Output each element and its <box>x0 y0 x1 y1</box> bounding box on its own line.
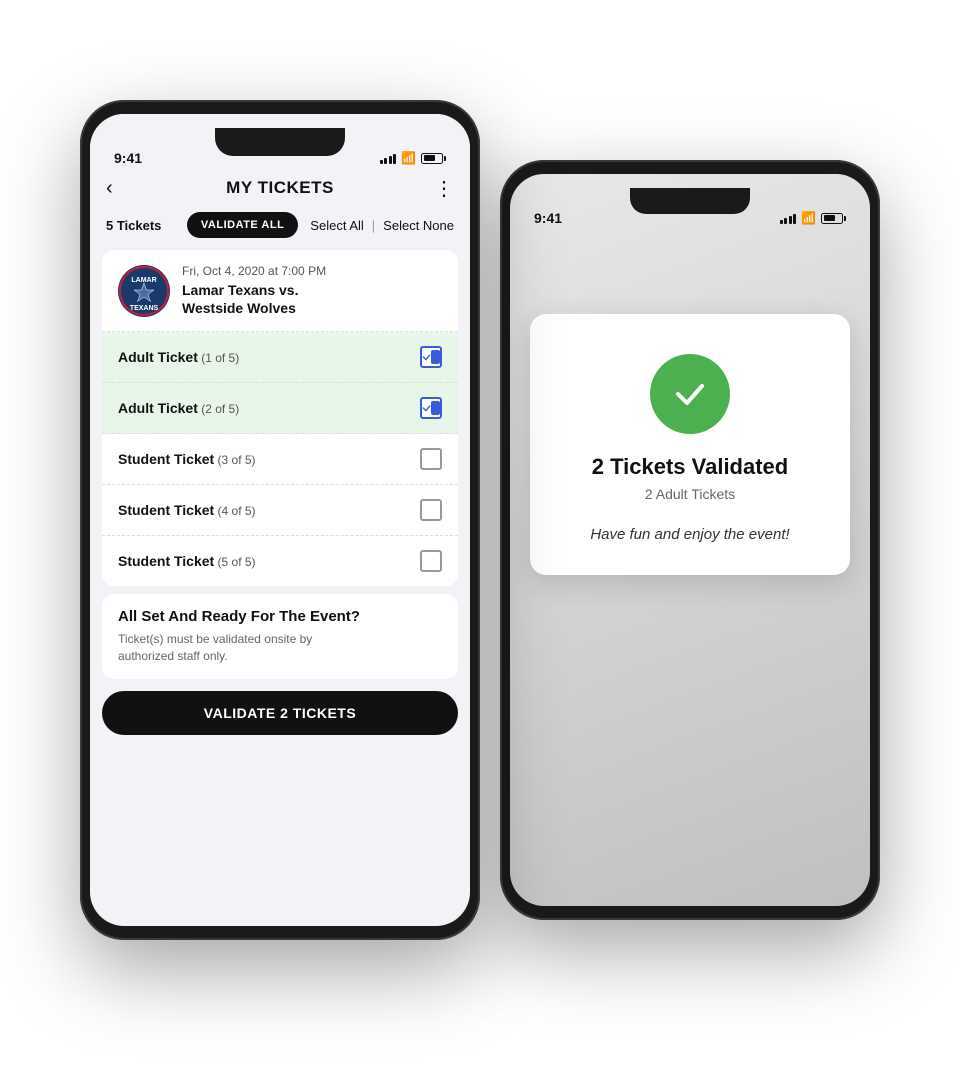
phone-front: 9:41 📶 <box>80 100 480 940</box>
validate-button[interactable]: VALIDATE 2 TICKETS <box>102 691 458 735</box>
tickets-count: 5 Tickets <box>106 218 187 233</box>
scene: 9:41 📶 <box>0 0 960 1080</box>
ticket-checkbox-1[interactable] <box>420 346 442 368</box>
ticket-row: Adult Ticket (2 of 5) <box>102 383 458 434</box>
ticket-row: Student Ticket (4 of 5) <box>102 485 458 536</box>
bottom-section: All Set And Ready For The Event? Ticket(… <box>102 594 458 679</box>
front-status-icons: 📶 <box>380 151 446 165</box>
ticket-card: LAMAR TEXANS Fri, Oct 4, 2020 at 7:00 PM… <box>102 250 458 586</box>
validated-count: 2 Tickets Validated <box>592 454 788 480</box>
scroll-area: LAMAR TEXANS Fri, Oct 4, 2020 at 7:00 PM… <box>90 246 470 926</box>
back-button[interactable]: ‹ <box>106 177 113 200</box>
ticket-checkbox-2[interactable] <box>420 397 442 419</box>
bottom-title: All Set And Ready For The Event? <box>118 608 442 625</box>
ticket-checkbox-3[interactable] <box>420 448 442 470</box>
ticket-name-2: Adult Ticket (2 of 5) <box>118 400 420 416</box>
validated-card: 2 Tickets Validated 2 Adult Tickets Have… <box>530 314 850 575</box>
team-logo-svg: LAMAR TEXANS <box>119 266 169 316</box>
validate-all-button[interactable]: VALIDATE ALL <box>187 212 298 238</box>
signal-bar-2 <box>784 218 787 224</box>
signal-bar-1 <box>780 220 783 224</box>
ticket-list: Adult Ticket (1 of 5) Adult Ticket (2 of… <box>102 332 458 586</box>
ticket-checkbox-5[interactable] <box>420 550 442 572</box>
front-wifi-icon: 📶 <box>401 151 416 165</box>
ticket-name-4: Student Ticket (4 of 5) <box>118 502 420 518</box>
ticket-name-5: Student Ticket (5 of 5) <box>118 553 420 569</box>
back-time: 9:41 <box>534 210 562 226</box>
back-notch <box>630 188 750 214</box>
battery-fill <box>824 215 836 221</box>
svg-text:TEXANS: TEXANS <box>130 305 159 312</box>
select-all-button[interactable]: Select All <box>310 218 363 233</box>
front-screen: 9:41 📶 <box>90 114 470 926</box>
select-none-button[interactable]: Select None <box>383 218 454 233</box>
back-screen: 9:41 📶 <box>510 174 870 906</box>
event-teams: Lamar Texans vs. Westside Wolves <box>182 281 442 317</box>
ticket-name-1: Adult Ticket (1 of 5) <box>118 349 420 365</box>
ticket-checkbox-4[interactable] <box>420 499 442 521</box>
battery-body <box>821 213 843 224</box>
back-status-icons: 📶 <box>780 211 846 225</box>
validated-type: 2 Adult Tickets <box>645 486 735 502</box>
team-logo: LAMAR TEXANS <box>118 265 170 317</box>
more-button[interactable]: ⋮ <box>434 176 454 201</box>
event-info: LAMAR TEXANS Fri, Oct 4, 2020 at 7:00 PM… <box>102 250 458 332</box>
validated-message: Have fun and enjoy the event! <box>590 526 789 543</box>
front-time: 9:41 <box>114 150 142 166</box>
ticket-controls: 5 Tickets VALIDATE ALL Select All | Sele… <box>90 202 470 246</box>
signal-bar-3 <box>789 216 792 224</box>
wifi-icon: 📶 <box>801 211 816 225</box>
ticket-row: Student Ticket (3 of 5) <box>102 434 458 485</box>
checkmark-icon <box>668 372 712 416</box>
phone-back: 9:41 📶 <box>500 160 880 920</box>
page-title: MY TICKETS <box>226 178 334 198</box>
ticket-row: Adult Ticket (1 of 5) <box>102 332 458 383</box>
ticket-row: Student Ticket (5 of 5) <box>102 536 458 586</box>
checkbox-check-1 <box>422 350 431 364</box>
event-details: Fri, Oct 4, 2020 at 7:00 PM Lamar Texans… <box>182 264 442 317</box>
ticket-name-3: Student Ticket (3 of 5) <box>118 451 420 467</box>
event-date: Fri, Oct 4, 2020 at 7:00 PM <box>182 264 442 278</box>
battery-tip <box>844 216 846 221</box>
front-signal-icon <box>380 152 397 164</box>
select-controls: Select All | Select None <box>310 218 454 233</box>
checkbox-check-2 <box>422 401 431 415</box>
signal-icon <box>780 212 797 224</box>
check-circle <box>650 354 730 434</box>
nav-bar: ‹ MY TICKETS ⋮ <box>90 170 470 202</box>
front-notch <box>215 128 345 156</box>
bottom-desc: Ticket(s) must be validated onsite by au… <box>118 631 442 665</box>
front-battery-icon <box>421 153 446 164</box>
signal-bar-4 <box>793 214 796 224</box>
select-divider: | <box>372 218 375 233</box>
battery-icon <box>821 213 846 224</box>
